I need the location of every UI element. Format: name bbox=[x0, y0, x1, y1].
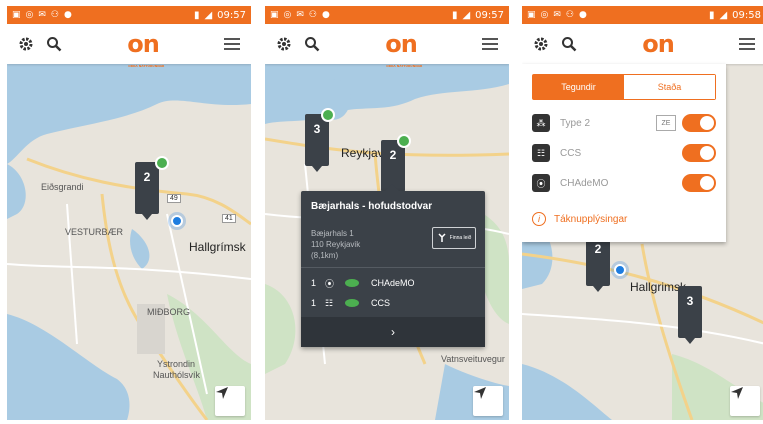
directions-button[interactable]: Finna leið bbox=[432, 227, 476, 249]
ze-badge: ZE bbox=[656, 115, 676, 131]
search-icon[interactable] bbox=[43, 33, 65, 55]
status-time: 09:58 bbox=[732, 9, 761, 21]
type2-plug-icon: ⁂ bbox=[532, 114, 550, 132]
available-charger-marker[interactable] bbox=[155, 156, 169, 170]
station-popup: Bæjarhals - hofudstodvar Bæjarhals 1 110… bbox=[301, 184, 485, 347]
charger-cluster-marker[interactable]: 2 bbox=[135, 162, 159, 220]
available-status-icon bbox=[345, 279, 359, 287]
chademo-plug-icon: ⦿ bbox=[532, 174, 550, 192]
station-title: Bæjarhals - hofudstodvar bbox=[311, 201, 433, 212]
station-address: Bæjarhals 1 110 Reykjavik (8,1km) bbox=[311, 229, 361, 260]
directions-icon bbox=[437, 232, 447, 244]
phone-screen-map: ▣◎✉⚇● ▮◢09:57 onORKA NÁTTÚRUNNAR bbox=[7, 6, 251, 420]
notification-icons: ▣ ◎ ✉ ⚇ ● bbox=[12, 10, 72, 20]
status-bar: ▣ ◎ ✉ ⚇ ● ▮ ◢ 09:57 bbox=[7, 6, 251, 24]
connector-row: 1 ☷ CCS bbox=[311, 297, 391, 309]
notification-icons: ▣ ◎ ✉ ⚇ ● bbox=[270, 10, 330, 20]
hamburger-menu-icon[interactable] bbox=[736, 33, 758, 55]
system-status: ▮ ◢ 09:57 bbox=[193, 9, 246, 21]
phone-screen-station-popup: ▣◎✉⚇● ▮◢09:57 onORKA NÁTTÚRUNNAR bbox=[265, 6, 509, 420]
road-number: 49 bbox=[167, 194, 181, 203]
gear-icon[interactable] bbox=[530, 33, 552, 55]
gear-icon[interactable] bbox=[273, 33, 295, 55]
road-number: 41 bbox=[222, 214, 236, 223]
map-label: MIÐBORG bbox=[147, 307, 191, 317]
more-details-button[interactable]: › bbox=[301, 317, 485, 347]
map-label: VESTURBÆR bbox=[65, 227, 124, 237]
current-location-marker bbox=[171, 215, 183, 227]
symbol-info-link[interactable]: i Táknupplýsingar bbox=[532, 212, 627, 226]
filter-tabs: Tegundir Staða bbox=[532, 74, 716, 100]
ccs-toggle[interactable] bbox=[682, 144, 716, 162]
status-bar: ▣ ◎ ✉ ⚇ ● ▮ ◢ 09:58 bbox=[522, 6, 763, 24]
notification-icons: ▣ ◎ ✉ ⚇ ● bbox=[527, 10, 587, 20]
plug-label: CCS bbox=[560, 147, 582, 159]
hamburger-menu-icon[interactable] bbox=[221, 33, 243, 55]
system-status: ▮ ◢ 09:57 bbox=[451, 9, 504, 21]
map-label: Eiðsgrandi bbox=[41, 182, 84, 192]
map-view[interactable]: Eiðsgrandi VESTURBÆR Hallgrímsk MIÐBORG … bbox=[7, 64, 251, 420]
navigation-arrow-icon[interactable] bbox=[730, 386, 760, 416]
app-bar: onORKA NÁTTÚRUNNAR bbox=[522, 24, 763, 68]
plug-filter-row: ⦿ CHAdeMO bbox=[532, 172, 716, 194]
chademo-plug-icon: ⦿ bbox=[325, 278, 335, 289]
system-status: ▮ ◢ 09:58 bbox=[708, 9, 761, 21]
status-bar: ▣ ◎ ✉ ⚇ ● ▮ ◢ 09:57 bbox=[265, 6, 509, 24]
map-label: Ystrondin bbox=[157, 359, 196, 369]
status-time: 09:57 bbox=[217, 9, 246, 21]
app-bar: onORKA NÁTTÚRUNNAR bbox=[265, 24, 509, 68]
plug-label: CHAdeMO bbox=[560, 177, 609, 189]
search-icon[interactable] bbox=[301, 33, 323, 55]
divider bbox=[301, 267, 485, 268]
navigation-arrow-icon[interactable] bbox=[215, 386, 245, 416]
hamburger-menu-icon[interactable] bbox=[479, 33, 501, 55]
gear-icon[interactable] bbox=[15, 33, 37, 55]
ccs-plug-icon: ☷ bbox=[325, 297, 334, 308]
chademo-toggle[interactable] bbox=[682, 174, 716, 192]
tab-status[interactable]: Staða bbox=[624, 75, 715, 99]
available-status-icon bbox=[345, 299, 359, 307]
app-logo: onORKA NÁTTÚRUNNAR bbox=[642, 30, 679, 68]
navigation-arrow-icon[interactable] bbox=[473, 386, 503, 416]
available-charger-marker[interactable] bbox=[321, 108, 335, 122]
charger-cluster-marker[interactable]: 3 bbox=[678, 286, 702, 344]
tab-types[interactable]: Tegundir bbox=[533, 75, 624, 99]
chevron-right-icon: › bbox=[391, 325, 395, 339]
status-time: 09:57 bbox=[475, 9, 504, 21]
search-icon[interactable] bbox=[558, 33, 580, 55]
plug-filter-row: ⁂ Type 2 ZE bbox=[532, 112, 716, 134]
connector-row: 1 ⦿ CHAdeMO bbox=[311, 278, 415, 289]
type2-toggle[interactable] bbox=[682, 114, 716, 132]
ccs-plug-icon: ☷ bbox=[532, 144, 550, 162]
current-location-marker bbox=[614, 264, 626, 276]
map-label: Nauthólsvík bbox=[153, 370, 201, 380]
map-label: Vatnsveituvegur bbox=[441, 354, 505, 364]
plug-filter-row: ☷ CCS bbox=[532, 142, 716, 164]
plug-label: Type 2 bbox=[560, 117, 591, 129]
app-logo: onORKA NÁTTÚRUNNAR bbox=[127, 30, 165, 68]
filter-panel: Tegundir Staða ⁂ Type 2 ZE ☷ CCS ⦿ CHAde… bbox=[522, 64, 726, 242]
phone-screen-filter: ▣◎✉⚇● ▮◢09:58 onORKA NÁTTÚRUNNAR bbox=[522, 6, 763, 420]
available-charger-marker[interactable] bbox=[397, 134, 411, 148]
info-icon: i bbox=[532, 212, 546, 226]
app-logo: onORKA NÁTTÚRUNNAR bbox=[385, 30, 423, 68]
app-bar: onORKA NÁTTÚRUNNAR bbox=[7, 24, 251, 68]
screenshot-collage: ▣◎✉⚇● ▮◢09:57 onORKA NÁTTÚRUNNAR bbox=[0, 0, 763, 424]
map-label: Hallgrímsk bbox=[189, 240, 246, 254]
